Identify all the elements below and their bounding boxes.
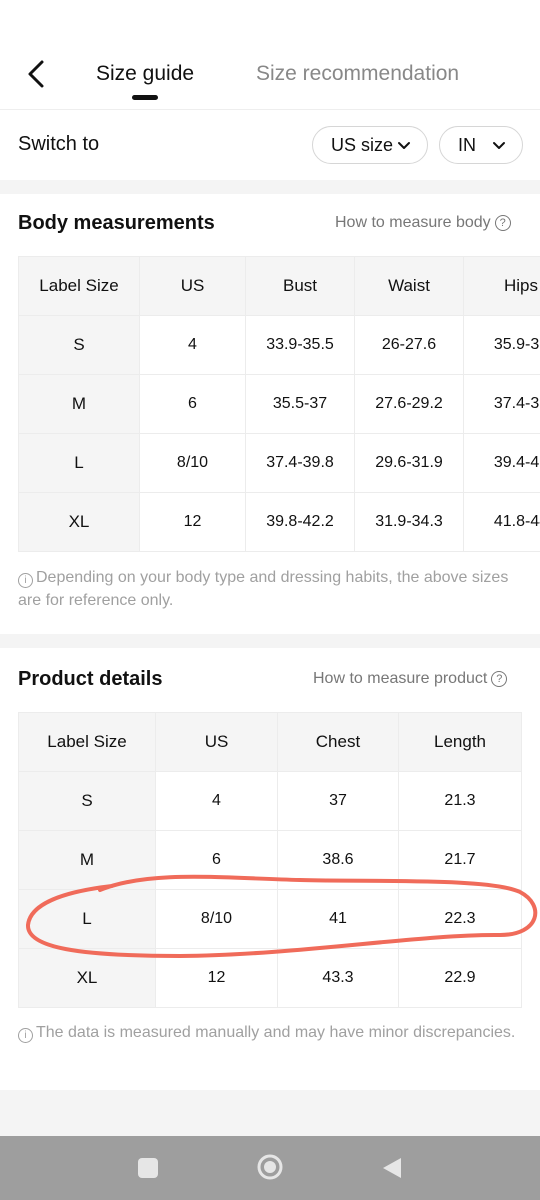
chevron-down-icon: [493, 142, 505, 149]
table-cell: 37.4-39.8: [245, 433, 355, 493]
table-header-row: Label Size US Bust Waist Hips: [18, 256, 540, 316]
size-system-value: US size: [331, 134, 394, 155]
table-cell: 37.4-39: [463, 374, 540, 434]
back-arrow-icon[interactable]: [22, 58, 54, 90]
question-icon: ?: [491, 671, 508, 687]
how-to-measure-product-link[interactable]: How to measure product ?: [313, 670, 508, 688]
switch-to-label: Switch to: [18, 133, 100, 155]
body-measurements-title: Body measurements: [18, 212, 215, 234]
recent-apps-icon[interactable]: [137, 1157, 159, 1184]
question-icon: ?: [494, 215, 511, 231]
table-cell: 26-27.6: [354, 315, 464, 375]
table-cell: 43.3: [277, 948, 399, 1008]
table-cell: 8/10: [139, 433, 246, 493]
size-label-cell: M: [18, 830, 156, 890]
active-tab-indicator: [132, 95, 158, 100]
table-cell: 8/10: [155, 889, 278, 949]
column-header: US: [139, 256, 246, 316]
table-cell: 4: [155, 771, 278, 831]
unit-value: IN: [458, 134, 476, 155]
table-cell: 41: [277, 889, 399, 949]
table-row: S 4 33.9-35.5 26-27.6 35.9-37: [18, 315, 540, 375]
body-measurements-table-scroll[interactable]: Label Size US Bust Waist Hips S 4 33.9-3…: [18, 256, 540, 552]
table-cell: 12: [139, 492, 246, 552]
table-cell: 38.6: [277, 830, 399, 890]
table-row: S 4 37 21.3: [18, 771, 522, 831]
table-cell: 27.6-29.2: [354, 374, 464, 434]
table-cell: 39.8-42.2: [245, 492, 355, 552]
table-cell: 31.9-34.3: [354, 492, 464, 552]
size-label-cell: XL: [18, 948, 156, 1008]
top-header: Size guide Size recommendation: [0, 0, 540, 110]
tab-size-guide[interactable]: Size guide: [96, 62, 194, 86]
how-to-measure-body-link[interactable]: How to measure body ?: [335, 214, 511, 232]
size-label-cell: XL: [18, 492, 140, 552]
size-label-cell: S: [18, 315, 140, 375]
column-header: Bust: [245, 256, 355, 316]
table-cell: 6: [155, 830, 278, 890]
table-cell: 37: [277, 771, 399, 831]
home-icon[interactable]: [256, 1153, 284, 1186]
back-triangle-icon[interactable]: [380, 1156, 404, 1185]
table-cell: 29.6-31.9: [354, 433, 464, 493]
table-cell: 12: [155, 948, 278, 1008]
table-cell: 21.3: [398, 771, 522, 831]
table-header-row: Label Size US Chest Length: [18, 712, 522, 772]
table-row: XL 12 43.3 22.9: [18, 948, 522, 1008]
table-cell: 35.9-37: [463, 315, 540, 375]
size-label-cell: M: [18, 374, 140, 434]
section-divider: [0, 180, 540, 194]
column-header: US: [155, 712, 278, 772]
table-cell: 6: [139, 374, 246, 434]
section-divider: [0, 634, 540, 648]
body-measurements-note-text: Depending on your body type and dressing…: [18, 569, 509, 609]
table-cell: 41.8-44: [463, 492, 540, 552]
product-details-title: Product details: [18, 668, 163, 690]
size-label-cell: L: [18, 889, 156, 949]
table-cell: 21.7: [398, 830, 522, 890]
chevron-down-icon: [398, 142, 411, 149]
column-header: Label Size: [18, 256, 140, 316]
bottom-filler: [0, 1090, 540, 1136]
table-cell: 22.9: [398, 948, 522, 1008]
column-header: Chest: [277, 712, 399, 772]
table-row: L 8/10 41 22.3: [18, 889, 522, 949]
table-cell: 39.4-41: [463, 433, 540, 493]
unit-dropdown[interactable]: IN: [439, 126, 523, 164]
switch-row: Switch to US size IN: [0, 110, 540, 180]
table-cell: 4: [139, 315, 246, 375]
column-header: Length: [398, 712, 522, 772]
table-row: XL 12 39.8-42.2 31.9-34.3 41.8-44: [18, 492, 540, 552]
how-to-measure-body-label: How to measure body: [335, 214, 491, 231]
system-navigation-bar: [0, 1136, 540, 1200]
size-label-cell: S: [18, 771, 156, 831]
body-measurements-note: i Depending on your body type and dressin…: [18, 566, 528, 612]
table-row: M 6 38.6 21.7: [18, 830, 522, 890]
table-cell: 22.3: [398, 889, 522, 949]
info-icon: i: [18, 1028, 33, 1043]
column-header: Hips: [463, 256, 540, 316]
size-label-cell: L: [18, 433, 140, 493]
size-system-dropdown[interactable]: US size: [312, 126, 428, 164]
table-cell: 33.9-35.5: [245, 315, 355, 375]
table-row: M 6 35.5-37 27.6-29.2 37.4-39: [18, 374, 540, 434]
product-details-table: Label Size US Chest Length S 4 37 21.3 M…: [18, 712, 522, 1008]
how-to-measure-product-label: How to measure product: [313, 670, 488, 687]
column-header: Waist: [354, 256, 464, 316]
info-icon: i: [18, 573, 33, 588]
tab-size-recommendation[interactable]: Size recommendation: [256, 62, 459, 86]
product-details-note-text: The data is measured manually and may ha…: [36, 1024, 516, 1041]
column-header: Label Size: [18, 712, 156, 772]
body-measurements-table: Label Size US Bust Waist Hips S 4 33.9-3…: [18, 256, 540, 552]
table-cell: 35.5-37: [245, 374, 355, 434]
product-details-note: i The data is measured manually and may h…: [18, 1021, 528, 1044]
table-row: L 8/10 37.4-39.8 29.6-31.9 39.4-41: [18, 433, 540, 493]
